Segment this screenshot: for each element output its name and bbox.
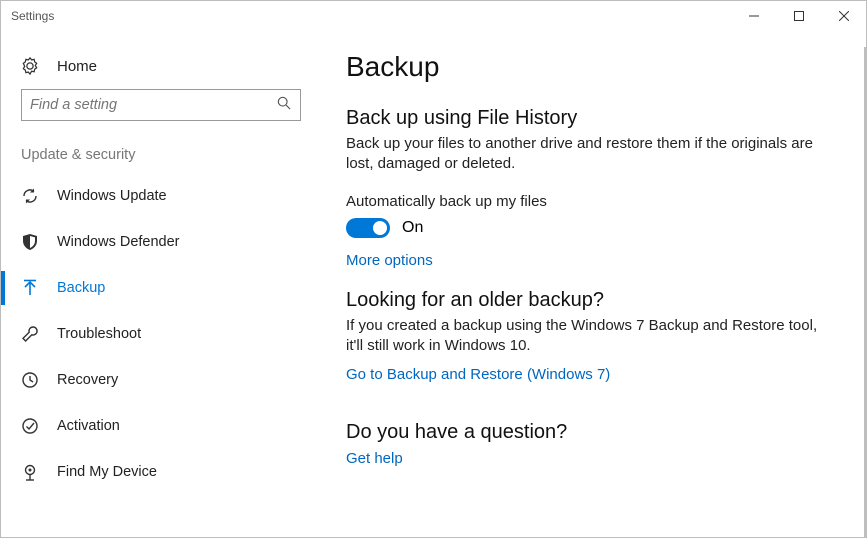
auto-backup-toggle[interactable] (346, 218, 390, 238)
wrench-icon (21, 325, 39, 343)
body: Home Update & security Windows Update Wi… (1, 31, 866, 537)
scrollbar[interactable] (864, 47, 866, 537)
auto-backup-toggle-row: On (346, 218, 836, 238)
page-title: Backup (346, 51, 836, 83)
gear-icon (21, 57, 39, 75)
close-icon (839, 11, 849, 21)
older-backup-description: If you created a backup using the Window… (346, 316, 826, 357)
file-history-heading: Back up using File History (346, 107, 836, 130)
question-heading: Do you have a question? (346, 421, 836, 444)
window-title: Settings (11, 9, 54, 23)
sidebar-item-troubleshoot[interactable]: Troubleshoot (1, 311, 321, 357)
location-icon (21, 463, 39, 481)
file-history-description: Back up your files to another drive and … (346, 134, 826, 175)
get-help-link[interactable]: Get help (346, 450, 403, 467)
sync-icon (21, 187, 39, 205)
sidebar-group-label: Update & security (1, 139, 321, 173)
search-icon (277, 96, 291, 114)
backup-restore-win7-link[interactable]: Go to Backup and Restore (Windows 7) (346, 366, 610, 383)
home-button[interactable]: Home (1, 49, 321, 89)
titlebar: Settings (1, 1, 866, 31)
sidebar-item-find-my-device[interactable]: Find My Device (1, 449, 321, 495)
toggle-knob (373, 221, 387, 235)
sidebar: Home Update & security Windows Update Wi… (1, 31, 321, 537)
window-controls (731, 1, 866, 31)
sidebar-item-label: Troubleshoot (57, 326, 141, 342)
shield-icon (21, 233, 39, 251)
sidebar-item-windows-update[interactable]: Windows Update (1, 173, 321, 219)
close-button[interactable] (821, 1, 866, 31)
more-options-link[interactable]: More options (346, 252, 433, 269)
sidebar-item-windows-defender[interactable]: Windows Defender (1, 219, 321, 265)
search-wrap (21, 89, 301, 121)
auto-backup-label: Automatically back up my files (346, 193, 836, 210)
sidebar-item-label: Recovery (57, 372, 118, 388)
search-input[interactable] (21, 89, 301, 121)
minimize-icon (749, 11, 759, 21)
maximize-icon (794, 11, 804, 21)
older-backup-heading: Looking for an older backup? (346, 289, 836, 312)
home-label: Home (57, 58, 97, 75)
sidebar-item-label: Windows Update (57, 188, 167, 204)
settings-window: Settings Home (0, 0, 867, 538)
maximize-button[interactable] (776, 1, 821, 31)
sidebar-item-label: Windows Defender (57, 234, 180, 250)
main-content: Backup Back up using File History Back u… (321, 31, 866, 537)
sidebar-item-backup[interactable]: Backup (1, 265, 321, 311)
minimize-button[interactable] (731, 1, 776, 31)
check-circle-icon (21, 417, 39, 435)
sidebar-item-activation[interactable]: Activation (1, 403, 321, 449)
sidebar-item-label: Activation (57, 418, 120, 434)
sidebar-item-recovery[interactable]: Recovery (1, 357, 321, 403)
backup-arrow-icon (21, 279, 39, 297)
sidebar-item-label: Find My Device (57, 464, 157, 480)
toggle-state-label: On (402, 219, 423, 237)
recovery-icon (21, 371, 39, 389)
sidebar-item-label: Backup (57, 280, 105, 296)
